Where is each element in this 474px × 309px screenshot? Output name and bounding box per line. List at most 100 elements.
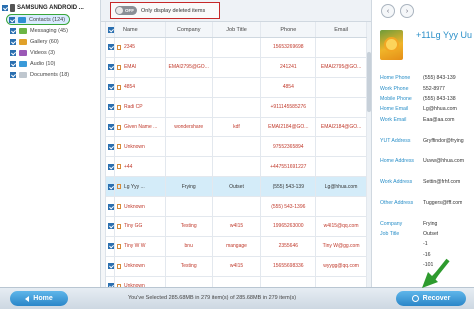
header-phone[interactable]: Phone	[261, 22, 317, 37]
sidebar-category-item[interactable]: Documents (18)	[10, 70, 70, 80]
row-checkbox[interactable]	[108, 124, 114, 130]
table-row[interactable]: Unknown 97552365894	[106, 137, 367, 158]
header-name[interactable]: Name	[115, 22, 166, 37]
row-checkbox[interactable]	[108, 183, 114, 190]
row-check-cell[interactable]	[106, 236, 115, 256]
row-check-cell[interactable]	[106, 38, 115, 57]
row-check-cell[interactable]	[106, 157, 115, 177]
detail-field-value: (555) 843-138	[423, 95, 456, 102]
category-label: Contacts (124)	[29, 16, 66, 23]
cell-phone: 2355646	[261, 236, 317, 256]
category-checkbox[interactable]	[10, 39, 16, 45]
category-label: Messaging (45)	[30, 28, 68, 34]
category-icon	[19, 61, 27, 67]
next-contact-button[interactable]: ›	[400, 4, 414, 18]
table-row[interactable]: Tiny W W bnu mangage 2355646 Tiny W@gg.com	[106, 236, 367, 257]
chevron-left-icon: ‹	[386, 7, 390, 15]
recover-icon	[411, 295, 419, 302]
sidebar-category-item[interactable]: Videos (3)	[10, 48, 70, 58]
row-check-cell[interactable]	[106, 117, 115, 137]
deleted-trash-icon	[116, 104, 121, 110]
select-all-checkbox[interactable]	[107, 26, 114, 33]
category-icon	[18, 16, 26, 23]
sidebar-category-item[interactable]: Audio (10)	[10, 59, 70, 69]
contact-avatar	[380, 30, 403, 60]
deleted-trash-icon	[116, 204, 121, 210]
cell-email	[316, 276, 367, 287]
row-checkbox[interactable]	[108, 203, 114, 210]
row-checkbox[interactable]	[108, 143, 114, 150]
contact-detail-panel: ‹ › +11Lg Yyy Uu Home Phone (555) 843-139…	[371, 0, 474, 287]
deleted-trash-icon	[116, 84, 121, 90]
filter-toolbar: OFF Only display deleted items	[101, 0, 371, 22]
select-all-cell[interactable]	[106, 22, 115, 37]
sidebar-category-item[interactable]: Messaging (45)	[10, 26, 70, 36]
cell-company: bnu	[166, 236, 213, 256]
row-check-cell[interactable]	[106, 197, 115, 217]
home-button[interactable]: Home	[10, 291, 68, 306]
table-row[interactable]: EMAI EMAI2795@GO... 241241 EMAI2795@GO...	[106, 57, 367, 78]
detail-field-label: Work Address	[380, 179, 413, 186]
table-row[interactable]: Given Name ... wondershare kdf EMAI2184@GO.…	[106, 117, 367, 138]
deleted-items-filter: OFF Only display deleted items	[110, 2, 220, 19]
table-row[interactable]: +44 +447551691227	[106, 157, 367, 178]
category-checkbox[interactable]	[10, 72, 16, 78]
row-check-cell[interactable]	[106, 177, 115, 197]
cell-name: Unknown	[115, 197, 166, 217]
row-check-cell[interactable]	[106, 276, 115, 287]
previous-contact-button[interactable]: ‹	[381, 4, 395, 18]
row-check-cell[interactable]	[106, 256, 115, 276]
detail-field-value: Settin@frhf.com	[423, 179, 461, 186]
sidebar-category-item[interactable]: Contacts (124)	[6, 14, 71, 25]
cell-name-text: Tiny GG	[123, 223, 143, 230]
row-check-cell[interactable]	[106, 137, 115, 157]
row-checkbox[interactable]	[108, 44, 114, 51]
category-checkbox[interactable]	[10, 28, 16, 34]
detail-field-row: Home Phone (555) 843-139	[380, 73, 472, 83]
row-check-cell[interactable]	[106, 217, 115, 236]
table-row[interactable]: Unknown Testing w4I15 15655698336 wyygg@qq.c…	[106, 256, 367, 277]
cell-company	[166, 38, 213, 57]
category-checkbox[interactable]	[9, 16, 15, 23]
category-checkbox[interactable]	[10, 50, 16, 56]
sidebar-category-item[interactable]: Gallery (60)	[10, 37, 70, 47]
header-company[interactable]: Company	[166, 22, 213, 37]
row-checkbox[interactable]	[108, 223, 114, 230]
row-checkbox[interactable]	[108, 64, 114, 71]
device-name: SAMSUNG ANDROID ...	[17, 5, 84, 11]
table-row[interactable]: 2345 15653269698	[106, 38, 367, 58]
row-check-cell[interactable]	[106, 97, 115, 117]
device-checkbox[interactable]	[2, 5, 8, 11]
recover-button[interactable]: Recover	[396, 291, 466, 306]
cell-name: Tiny W W	[115, 236, 166, 256]
row-checkbox[interactable]	[108, 263, 114, 270]
table-row[interactable]: Lg Yyy ... Frying Outset (555) 543-139 Lg@hh…	[106, 177, 367, 198]
cell-email: EMAI2795@GO...	[316, 57, 367, 77]
cell-name-text: Lg Yyy ...	[123, 183, 145, 190]
deleted-trash-icon	[116, 124, 121, 130]
category-checkbox[interactable]	[10, 61, 16, 67]
cell-job-title	[213, 197, 262, 217]
row-checkbox[interactable]	[108, 84, 114, 91]
header-email[interactable]: Email	[316, 22, 367, 37]
row-checkbox[interactable]	[108, 163, 114, 170]
cell-email	[316, 157, 367, 177]
cell-job-title	[213, 38, 262, 57]
device-sidebar: SAMSUNG ANDROID ... Contacts (124) Messag…	[0, 0, 101, 287]
table-row[interactable]: Unknown	[106, 276, 367, 287]
cell-phone: 241241	[261, 57, 317, 77]
device-row[interactable]: SAMSUNG ANDROID ...	[2, 2, 84, 14]
table-row[interactable]: 4854 4854	[106, 77, 367, 98]
row-checkbox[interactable]	[108, 243, 114, 250]
row-checkbox[interactable]	[108, 104, 114, 111]
deleted-items-toggle[interactable]: OFF	[115, 6, 137, 15]
detail-field-label: YUT Address	[380, 137, 411, 144]
row-check-cell[interactable]	[106, 57, 115, 77]
row-check-cell[interactable]	[106, 77, 115, 97]
table-row[interactable]: Radi CP +911145585276	[106, 97, 367, 118]
header-job-title[interactable]: Job Title	[213, 22, 262, 37]
table-row[interactable]: Tiny GG Testing w4I15 19965263000 w4I15@qq.c…	[106, 217, 367, 237]
cell-name: Tiny GG	[115, 217, 166, 236]
cell-job-title	[213, 57, 262, 77]
table-row[interactable]: Unknown (555) 543-1396	[106, 197, 367, 218]
